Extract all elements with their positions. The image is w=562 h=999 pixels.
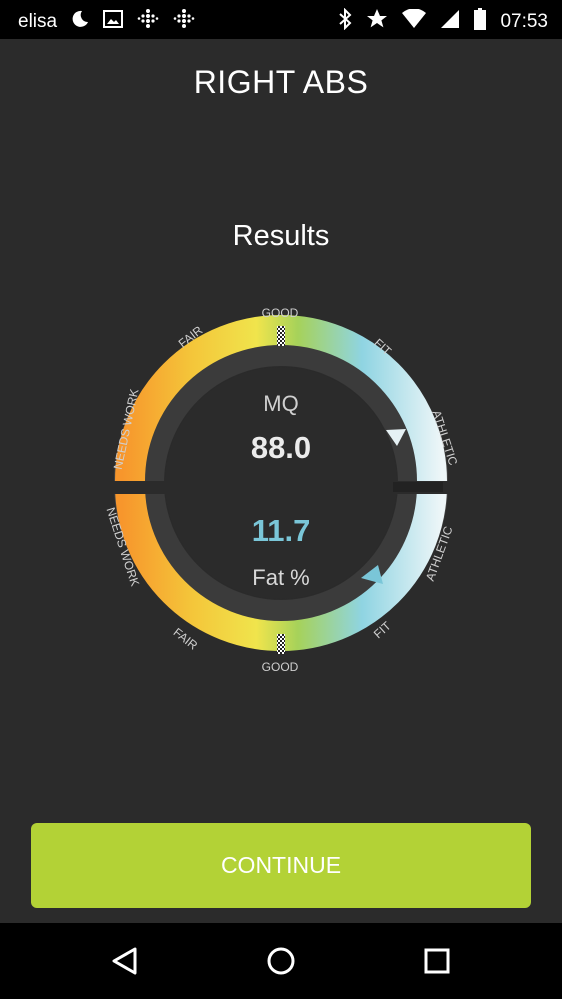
fat-value: 11.7 [251, 513, 311, 548]
results-heading: Results [232, 220, 330, 252]
clock: 07:53 [500, 11, 548, 32]
status-right: 07:53 [338, 7, 548, 36]
navigation-bar [0, 923, 562, 999]
results-gauge: GOOD FAIR NEEDS WORK FIT ATHLETIC GOOD F… [103, 306, 460, 674]
good-marker-top [277, 326, 285, 346]
battery-icon [474, 8, 487, 36]
status-bar: elisa 07:53 [0, 0, 562, 39]
carrier-name: elisa [18, 11, 58, 32]
bluetooth-icon [338, 7, 352, 36]
back-icon[interactable] [104, 941, 144, 981]
mq-value: 88.0 [250, 430, 312, 465]
recents-icon[interactable] [417, 941, 457, 981]
gauge-label-fair-bottom: FAIR [171, 625, 201, 653]
fat-label: Fat % [252, 565, 310, 590]
page-title: RIGHT ABS [193, 64, 369, 100]
fitbit-icon [173, 8, 195, 36]
gauge-label-good-bottom: GOOD [262, 660, 299, 674]
home-icon[interactable] [261, 941, 301, 981]
star-icon [366, 8, 388, 36]
moon-icon [71, 10, 89, 34]
good-marker-bottom [277, 634, 285, 654]
gauge-divider-right [393, 482, 443, 492]
wifi-icon [402, 8, 427, 35]
status-left: elisa [18, 8, 195, 36]
mq-label: MQ [263, 391, 299, 416]
fitbit-icon [137, 8, 159, 36]
continue-button[interactable]: CONTINUE [31, 823, 531, 908]
signal-icon [440, 9, 460, 35]
gauge-label-good-top: GOOD [262, 306, 299, 320]
image-icon [103, 10, 124, 34]
